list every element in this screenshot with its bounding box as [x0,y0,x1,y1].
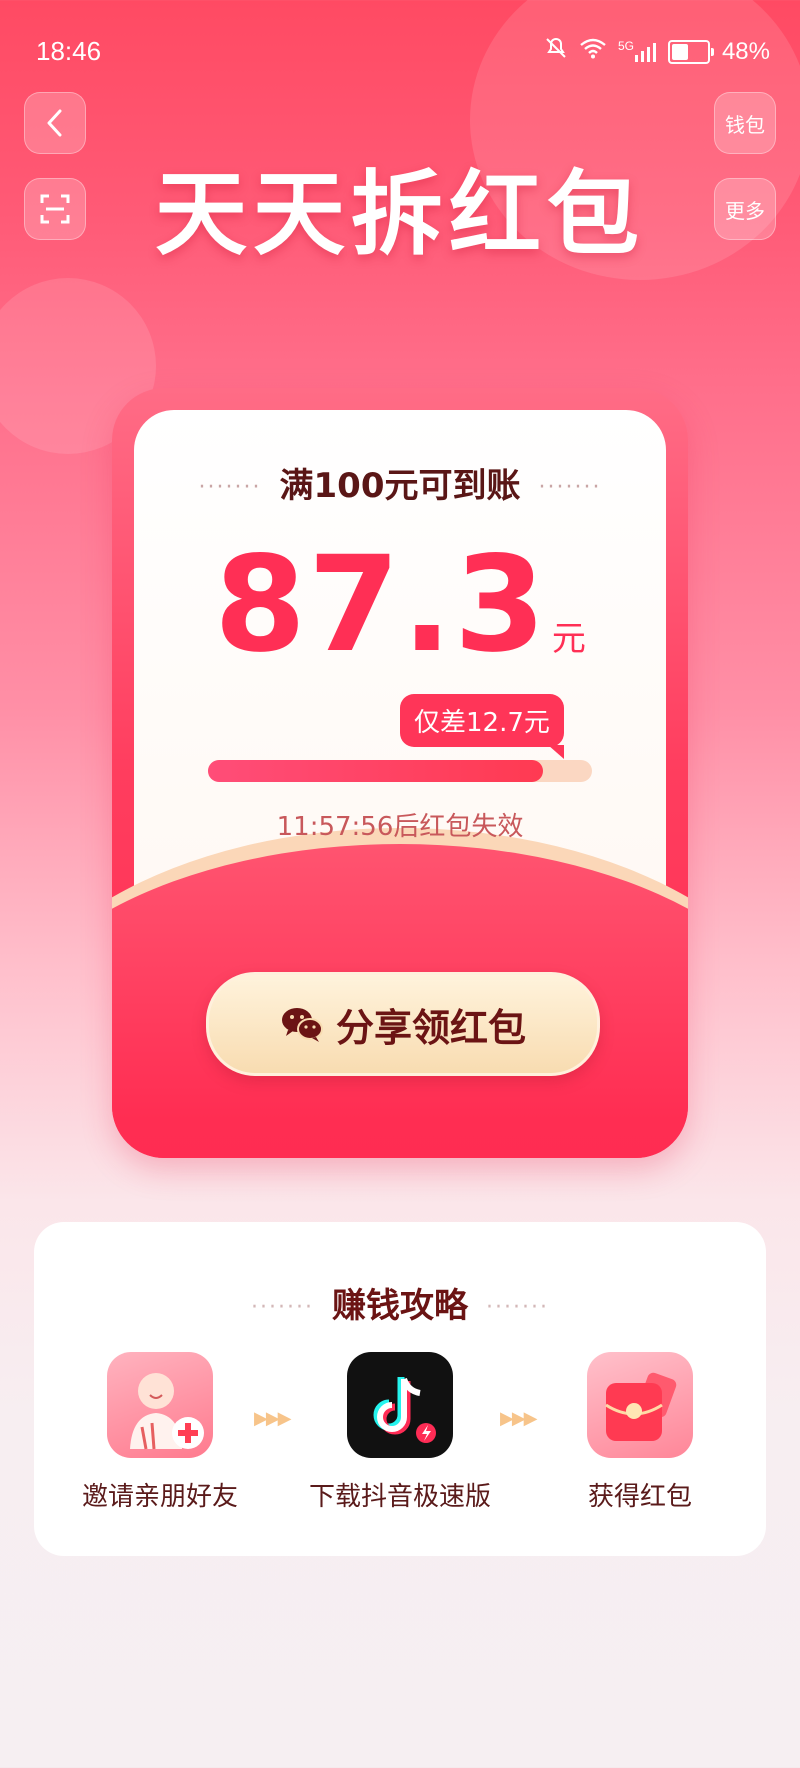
expire-countdown: 11:57:56后红包失效 [276,812,524,842]
mute-icon [544,36,568,67]
page-title: 天天拆红包 [154,161,645,268]
strategy-title-text: 赚钱攻略 [332,1286,468,1326]
chevron-left-icon [47,109,62,137]
amount-display: 87.3 元 [112,528,688,682]
battery-icon [667,39,714,64]
step-label: 邀请亲朋好友 [81,1482,238,1512]
step-label: 下载抖音极速版 [308,1482,491,1512]
step-get-red-packet[interactable]: 获得红包 [530,1352,750,1513]
strategy-panel: ······· 赚钱攻略 ······· 邀请亲朋好友 ▶▶▶ 下载抖音极速版 … [34,1222,766,1556]
battery-percent: 48% [721,37,770,65]
wallet-label: 钱包 [725,112,765,137]
status-time: 18:46 [36,36,102,66]
red-packet-card: ······· 满100元可到账 ······· 87.3 元 仅差12.7元 11:… [112,388,688,1158]
share-button-label: 分享领红包 [335,1005,526,1050]
wechat-icon [281,1008,323,1042]
headline-text: 满100元可到账 [279,466,521,506]
amount-value: 87.3 [214,528,548,682]
card-headline: ······· 满100元可到账 ······· [198,466,602,506]
step-arrow-icon: ▶▶▶ [254,1408,292,1429]
douyin-icon [347,1352,453,1458]
red-packet-icon [587,1352,693,1458]
progress-bar [208,760,592,782]
progress-fill [208,760,544,782]
signal-icon: 5G [617,38,656,63]
network-type: 5G [617,38,634,53]
amount-unit: 元 [551,619,586,659]
step-label: 获得红包 [587,1482,692,1512]
status-icons: 5G 48% [544,36,770,67]
invite-friends-icon [107,1352,213,1458]
strategy-title: ······· 赚钱攻略 ······· [251,1286,549,1326]
status-bar: 18:46 5G 48% [0,0,800,100]
step-download-app[interactable]: 下载抖音极速版 [290,1352,510,1513]
gap-badge: 仅差12.7元 [400,694,564,759]
share-button[interactable]: 分享领红包 [206,972,600,1076]
wifi-icon [580,37,606,66]
step-invite-friends[interactable]: 邀请亲朋好友 [50,1352,270,1513]
